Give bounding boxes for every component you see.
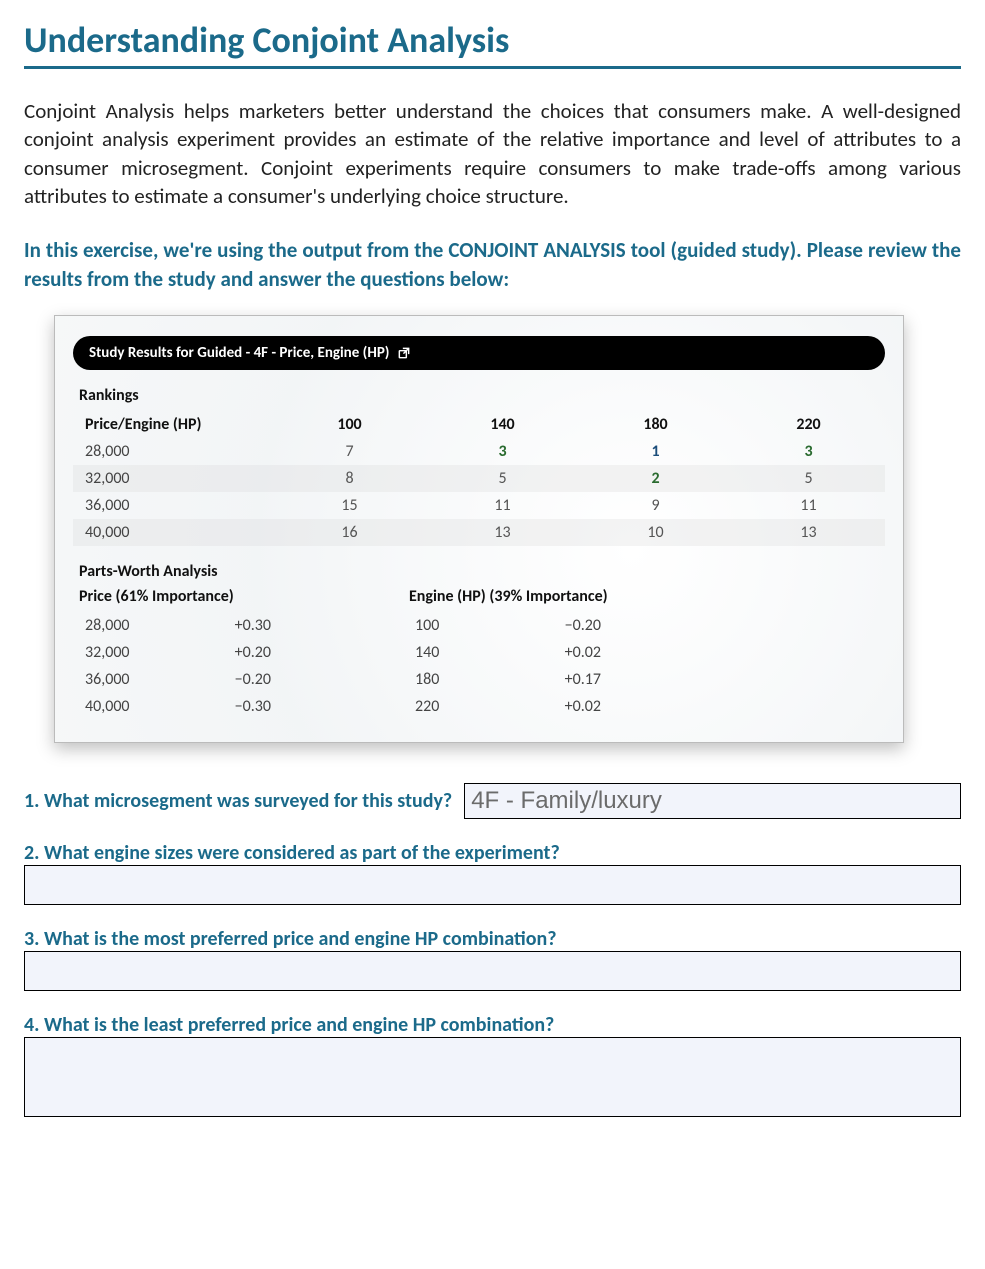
rankings-cell: 11 (426, 492, 579, 519)
table-row: 220+0.02 (409, 693, 609, 720)
pw-level: 100 (409, 612, 529, 639)
rankings-cell: 13 (732, 519, 885, 546)
question-2: 2. What engine sizes were considered as … (24, 841, 961, 905)
table-row: 180+0.17 (409, 666, 609, 693)
pw-level: 180 (409, 666, 529, 693)
pw-value: +0.02 (529, 693, 609, 720)
rankings-cell: 5 (426, 465, 579, 492)
rankings-row-label: 40,000 (73, 519, 273, 546)
table-row: 32,000+0.20 (79, 639, 279, 666)
question-1: 1. What microsegment was surveyed for th… (24, 783, 961, 819)
table-row: 100−0.20 (409, 612, 609, 639)
rankings-cell: 16 (273, 519, 426, 546)
rankings-cell: 7 (273, 438, 426, 465)
table-row: 40,000−0.30 (79, 693, 279, 720)
instruction-paragraph: In this exercise, we're using the output… (24, 236, 961, 293)
external-link-icon (397, 346, 411, 360)
rankings-cell: 13 (426, 519, 579, 546)
rankings-col-header: 220 (732, 411, 885, 438)
rankings-col-header: 100 (273, 411, 426, 438)
rankings-cell: 2 (579, 465, 732, 492)
pw-value: +0.20 (199, 639, 279, 666)
title-rule (24, 66, 961, 69)
rankings-col-header: 180 (579, 411, 732, 438)
rankings-cell: 15 (273, 492, 426, 519)
table-row: 28,000+0.30 (79, 612, 279, 639)
intro-paragraph: Conjoint Analysis helps marketers better… (24, 97, 961, 210)
parts-worth-engine-table: 100−0.20140+0.02180+0.17220+0.02 (409, 612, 609, 720)
question-2-answer[interactable] (24, 865, 961, 905)
rankings-cell: 11 (732, 492, 885, 519)
table-row: 40,00016131013 (73, 519, 885, 546)
rankings-header-row: Price/Engine (HP) 100 140 180 220 (73, 411, 885, 438)
study-header-bar: Study Results for Guided - 4F - Price, E… (73, 336, 885, 370)
table-row: 140+0.02 (409, 639, 609, 666)
rankings-cell: 8 (273, 465, 426, 492)
table-row: 36,0001511911 (73, 492, 885, 519)
parts-worth-price-table: 28,000+0.3032,000+0.2036,000−0.2040,000−… (79, 612, 279, 720)
pw-value: −0.20 (199, 666, 279, 693)
parts-worth-wrap: Price (61% Importance) 28,000+0.3032,000… (73, 587, 885, 720)
rankings-cell: 10 (579, 519, 732, 546)
parts-worth-price-head: Price (61% Importance) (79, 587, 279, 606)
pw-level: 32,000 (79, 639, 199, 666)
question-1-text: 1. What microsegment was surveyed for th… (24, 789, 452, 813)
pw-level: 28,000 (79, 612, 199, 639)
table-row: 28,0007313 (73, 438, 885, 465)
question-3-answer[interactable] (24, 951, 961, 991)
pw-level: 36,000 (79, 666, 199, 693)
table-row: 32,0008525 (73, 465, 885, 492)
question-4: 4. What is the least preferred price and… (24, 1013, 961, 1117)
study-panel: Study Results for Guided - 4F - Price, E… (54, 315, 904, 743)
pw-value: −0.30 (199, 693, 279, 720)
rankings-label: Rankings (79, 386, 885, 405)
parts-worth-engine-head: Engine (HP) (39% Importance) (409, 587, 609, 606)
rankings-row-label: 28,000 (73, 438, 273, 465)
pw-value: −0.20 (529, 612, 609, 639)
study-header-title: Study Results for Guided - 4F - Price, E… (89, 344, 389, 362)
pw-level: 220 (409, 693, 529, 720)
rankings-cell: 3 (732, 438, 885, 465)
question-1-answer[interactable]: 4F - Family/luxury (464, 783, 961, 819)
rankings-cell: 9 (579, 492, 732, 519)
question-3: 3. What is the most preferred price and … (24, 927, 961, 991)
question-4-answer[interactable] (24, 1037, 961, 1117)
question-4-text: 4. What is the least preferred price and… (24, 1013, 961, 1037)
parts-worth-engine-col: Engine (HP) (39% Importance) 100−0.20140… (409, 587, 609, 720)
pw-value: +0.17 (529, 666, 609, 693)
parts-worth-label: Parts-Worth Analysis (79, 562, 885, 581)
pw-value: +0.30 (199, 612, 279, 639)
document-page: Understanding Conjoint Analysis Conjoint… (0, 0, 985, 1179)
rankings-cell: 5 (732, 465, 885, 492)
question-3-text: 3. What is the most preferred price and … (24, 927, 961, 951)
pw-level: 140 (409, 639, 529, 666)
rankings-row-header: Price/Engine (HP) (73, 411, 273, 438)
rankings-row-label: 36,000 (73, 492, 273, 519)
pw-value: +0.02 (529, 639, 609, 666)
rankings-cell: 3 (426, 438, 579, 465)
rankings-row-label: 32,000 (73, 465, 273, 492)
study-panel-wrap: Study Results for Guided - 4F - Price, E… (24, 315, 961, 743)
question-2-text: 2. What engine sizes were considered as … (24, 841, 961, 865)
parts-worth-price-col: Price (61% Importance) 28,000+0.3032,000… (79, 587, 279, 720)
rankings-cell: 1 (579, 438, 732, 465)
page-title: Understanding Conjoint Analysis (24, 18, 961, 62)
pw-level: 40,000 (79, 693, 199, 720)
rankings-table: Price/Engine (HP) 100 140 180 220 28,000… (73, 411, 885, 546)
rankings-col-header: 140 (426, 411, 579, 438)
table-row: 36,000−0.20 (79, 666, 279, 693)
